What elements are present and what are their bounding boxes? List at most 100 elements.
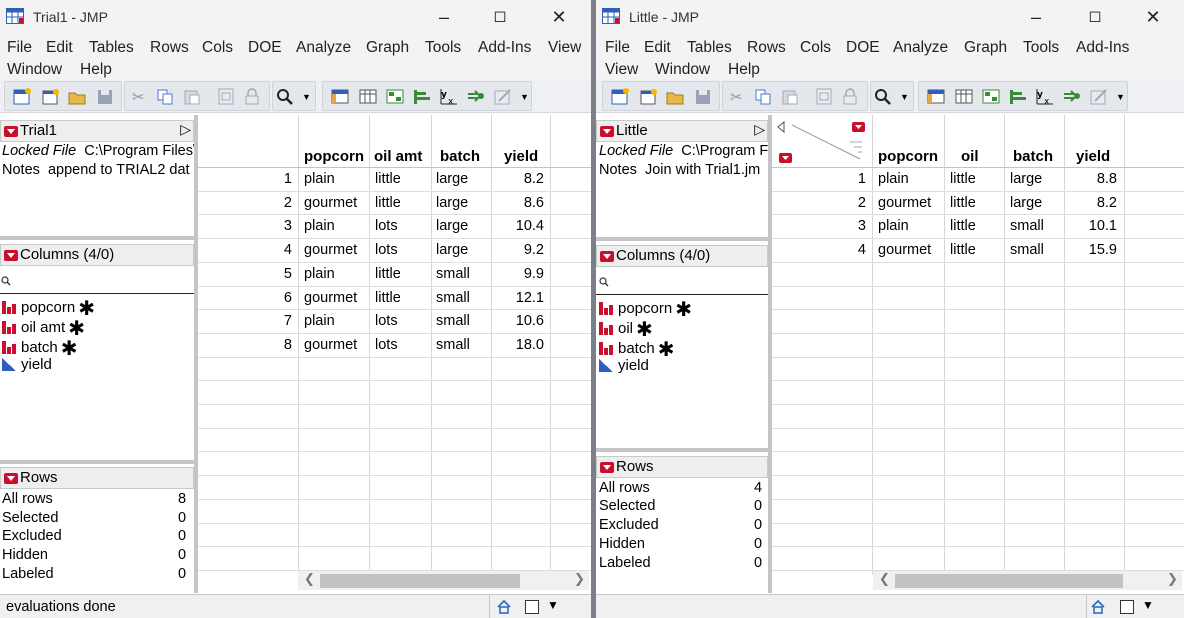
table-cell[interactable]: small bbox=[1010, 239, 1044, 263]
menu-tables[interactable]: Tables bbox=[687, 39, 732, 57]
table-cell[interactable]: large bbox=[436, 215, 468, 239]
table-cell[interactable]: little bbox=[375, 287, 401, 311]
row-number[interactable]: 4 bbox=[198, 239, 292, 263]
menu-view[interactable]: View bbox=[605, 61, 638, 79]
data-grid-icon[interactable] bbox=[927, 88, 945, 105]
horizontal-scrollbar[interactable]: ❮ ❯ bbox=[873, 571, 1182, 590]
scroll-right-icon[interactable]: ❯ bbox=[574, 571, 585, 587]
new-script-icon[interactable] bbox=[41, 88, 59, 105]
column-header-yield[interactable]: yield bbox=[1076, 148, 1110, 165]
close-button[interactable]: ✕ bbox=[1139, 6, 1167, 30]
table-cell[interactable]: little bbox=[950, 192, 976, 216]
table-cell[interactable]: large bbox=[1010, 192, 1042, 216]
red-triangle-menu-icon[interactable] bbox=[600, 251, 614, 262]
red-triangle-menu-icon[interactable] bbox=[4, 250, 18, 261]
table-cell[interactable]: 10.4 bbox=[492, 215, 544, 239]
fit-model-icon[interactable] bbox=[1063, 88, 1081, 105]
copy-icon[interactable] bbox=[156, 88, 174, 105]
tabulate-icon[interactable] bbox=[955, 88, 973, 105]
journal-icon[interactable] bbox=[815, 88, 833, 105]
scroll-thumb[interactable] bbox=[895, 574, 1123, 588]
row-number[interactable]: 3 bbox=[772, 215, 866, 239]
cut-icon[interactable]: ✂ bbox=[132, 88, 150, 106]
open-folder-icon[interactable] bbox=[666, 88, 684, 105]
table-cell[interactable]: plain bbox=[304, 168, 335, 192]
minimize-button[interactable]: – bbox=[1022, 6, 1050, 30]
menu-cols[interactable]: Cols bbox=[202, 39, 233, 57]
copy-icon[interactable] bbox=[754, 88, 772, 105]
row-number[interactable]: 2 bbox=[772, 192, 866, 216]
table-cell[interactable]: small bbox=[436, 310, 470, 334]
table-cell[interactable]: lots bbox=[375, 310, 398, 334]
menu-view[interactable]: View bbox=[548, 39, 581, 57]
save-icon[interactable] bbox=[694, 88, 712, 105]
columns-panel-header[interactable]: Columns (4/0) bbox=[596, 245, 768, 267]
new-script-icon[interactable] bbox=[639, 88, 657, 105]
table-cell[interactable]: gourmet bbox=[304, 287, 357, 311]
toolbar-more-arrow-icon[interactable]: ▼ bbox=[1116, 92, 1125, 102]
maximize-button[interactable]: ◻ bbox=[486, 6, 514, 30]
panel-splitter[interactable] bbox=[596, 237, 770, 241]
column-item-yield[interactable]: yield bbox=[599, 357, 649, 374]
window-list-icon[interactable] bbox=[525, 600, 539, 614]
lock-icon[interactable] bbox=[243, 88, 261, 105]
table-cell[interactable]: 9.2 bbox=[492, 239, 544, 263]
collapse-arrow-icon[interactable]: ▷ bbox=[180, 121, 191, 138]
column-header-batch[interactable]: batch bbox=[440, 148, 480, 165]
home-icon[interactable] bbox=[496, 599, 512, 614]
paste-icon[interactable] bbox=[781, 88, 799, 105]
table-cell[interactable]: 9.9 bbox=[492, 263, 544, 287]
table-cell[interactable]: lots bbox=[375, 334, 398, 358]
table-cell[interactable]: large bbox=[436, 168, 468, 192]
lock-icon[interactable] bbox=[841, 88, 859, 105]
menu-window[interactable]: Window bbox=[655, 61, 710, 79]
table-cell[interactable]: small bbox=[1010, 215, 1044, 239]
table-name-header[interactable]: Little ▷ bbox=[596, 120, 768, 142]
scroll-right-icon[interactable]: ❯ bbox=[1167, 571, 1178, 587]
dropdown-arrow-icon[interactable]: ▼ bbox=[302, 92, 311, 102]
close-button[interactable]: ✕ bbox=[545, 6, 573, 30]
dropdown-arrow-icon[interactable]: ▼ bbox=[900, 92, 909, 102]
row-number[interactable]: 5 bbox=[198, 263, 292, 287]
table-cell[interactable]: plain bbox=[878, 168, 909, 192]
paste-icon[interactable] bbox=[183, 88, 201, 105]
row-number[interactable]: 7 bbox=[198, 310, 292, 334]
fit-y-by-x-icon[interactable]: yx bbox=[440, 88, 458, 105]
distribution-icon[interactable] bbox=[1009, 88, 1027, 105]
table-cell[interactable]: small bbox=[436, 287, 470, 311]
menu-tools[interactable]: Tools bbox=[425, 39, 461, 57]
maximize-button[interactable]: ◻ bbox=[1081, 6, 1109, 30]
menu-help[interactable]: Help bbox=[80, 61, 112, 79]
home-icon[interactable] bbox=[1090, 599, 1106, 614]
red-triangle-menu-icon[interactable] bbox=[600, 462, 614, 473]
row-number[interactable]: 1 bbox=[772, 168, 866, 192]
graph-builder-icon[interactable] bbox=[1090, 88, 1108, 105]
menu-cols[interactable]: Cols bbox=[800, 39, 831, 57]
table-cell[interactable]: little bbox=[375, 192, 401, 216]
scroll-left-icon[interactable]: ❮ bbox=[879, 571, 890, 587]
columns-panel-header[interactable]: Columns (4/0) bbox=[0, 244, 194, 266]
table-cell[interactable]: 8.8 bbox=[1065, 168, 1117, 192]
summary-icon[interactable] bbox=[386, 88, 404, 105]
menu-file[interactable]: File bbox=[7, 39, 32, 57]
column-header-popcorn[interactable]: popcorn bbox=[304, 148, 364, 165]
table-cell[interactable]: little bbox=[950, 215, 976, 239]
save-icon[interactable] bbox=[96, 88, 114, 105]
menu-help[interactable]: Help bbox=[728, 61, 760, 79]
menu-tables[interactable]: Tables bbox=[89, 39, 134, 57]
fit-model-icon[interactable] bbox=[467, 88, 485, 105]
menu-add-ins[interactable]: Add-Ins bbox=[478, 39, 531, 57]
table-cell[interactable]: gourmet bbox=[304, 239, 357, 263]
menu-rows[interactable]: Rows bbox=[747, 39, 786, 57]
open-folder-icon[interactable] bbox=[68, 88, 86, 105]
magnifier-icon[interactable] bbox=[276, 88, 294, 105]
distribution-icon[interactable] bbox=[413, 88, 431, 105]
menu-doe[interactable]: DOE bbox=[248, 39, 282, 57]
summary-icon[interactable] bbox=[982, 88, 1000, 105]
journal-icon[interactable] bbox=[217, 88, 235, 105]
table-cell[interactable]: 10.6 bbox=[492, 310, 544, 334]
table-cell[interactable]: large bbox=[436, 192, 468, 216]
table-cell[interactable]: little bbox=[375, 168, 401, 192]
toolbar-more-arrow-icon[interactable]: ▼ bbox=[520, 92, 529, 102]
red-triangle-menu-icon[interactable] bbox=[4, 126, 18, 137]
